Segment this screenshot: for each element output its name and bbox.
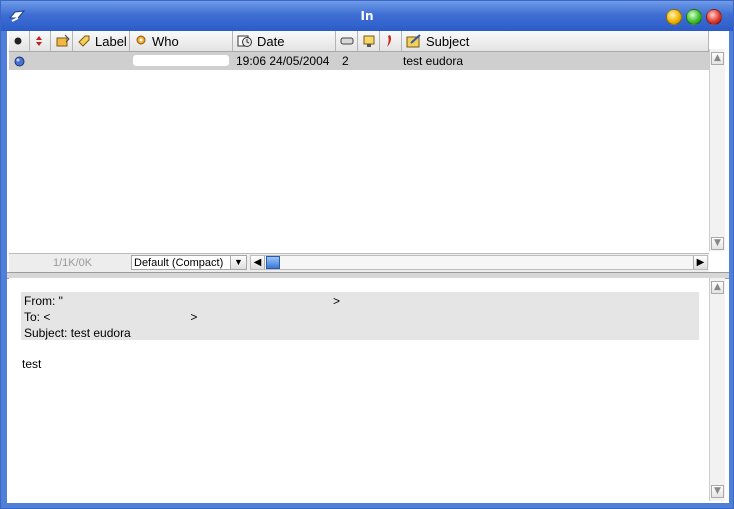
minimize-button[interactable] <box>666 9 682 25</box>
server-icon <box>363 35 375 47</box>
horizontal-scrollbar[interactable]: ◀ ▶ <box>250 255 708 270</box>
title-bar[interactable]: In <box>1 1 733 31</box>
preview-scroll-up-button[interactable]: ▲ <box>711 281 724 294</box>
column-priority[interactable] <box>30 31 51 51</box>
from-suffix: > <box>332 294 340 308</box>
message-size: 2 <box>342 54 349 68</box>
column-label[interactable]: Label <box>73 31 130 51</box>
label-tag-icon <box>78 35 90 47</box>
who-person-icon <box>136 35 146 45</box>
window-title: In <box>360 9 374 23</box>
column-status[interactable] <box>9 31 30 51</box>
junk-chili-icon <box>387 35 391 47</box>
mailbox-client-area: Label Who Date Subject 19:06 24/05/2004 … <box>7 31 729 503</box>
message-date: 19:06 24/05/2004 <box>236 54 330 68</box>
to-prefix: To: < <box>24 310 51 324</box>
preview-scrollbar[interactable]: ▲ ▼ <box>709 278 725 501</box>
message-header-box: From: " > To: < > Subject: test eudora <box>21 292 699 340</box>
column-date[interactable]: Date <box>233 31 336 51</box>
column-label-text: Label <box>95 33 127 49</box>
scroll-right-button[interactable]: ▶ <box>693 256 707 269</box>
mailbox-window: In Label Who Date Subject 19:06 24/05/20… <box>0 0 734 509</box>
message-list-scrollbar[interactable]: ▲ ▼ <box>709 49 725 251</box>
message-count: 1/1K/0K <box>53 257 93 269</box>
preview-scroll-down-button[interactable]: ▼ <box>711 485 724 498</box>
unread-status-icon <box>14 56 25 67</box>
column-date-text: Date <box>257 33 285 49</box>
chevron-down-icon[interactable]: ▼ <box>230 256 246 269</box>
sender-redacted <box>133 55 229 66</box>
date-clock-icon <box>237 35 252 47</box>
from-line: From: " > <box>24 294 340 308</box>
scroll-left-button[interactable]: ◀ <box>251 256 265 269</box>
scroll-down-button[interactable]: ▼ <box>711 237 724 250</box>
column-header-bar: Label Who Date Subject <box>9 31 709 52</box>
column-subject[interactable]: Subject <box>402 31 709 51</box>
column-junk[interactable] <box>380 31 402 51</box>
scroll-up-button[interactable]: ▲ <box>711 52 724 65</box>
maximize-button[interactable] <box>686 9 702 25</box>
column-who[interactable]: Who <box>130 31 233 51</box>
column-attachment[interactable] <box>51 31 73 51</box>
message-row[interactable]: 19:06 24/05/2004 2 test eudora <box>9 52 709 70</box>
message-subject: test eudora <box>403 54 464 68</box>
preview-pane: From: " > To: < > Subject: test eudora tes… <box>9 278 709 500</box>
to-line: To: < > <box>24 310 197 324</box>
from-prefix: From: " <box>24 294 63 308</box>
column-server-status[interactable] <box>358 31 380 51</box>
view-select[interactable]: Default (Compact) ▼ <box>131 255 247 270</box>
view-select-value: Default (Compact) <box>134 257 224 269</box>
status-dot-icon <box>14 37 22 45</box>
horizontal-scroll-thumb[interactable] <box>266 256 280 269</box>
attachment-icon <box>56 34 70 47</box>
subject-note-icon <box>406 34 421 48</box>
column-size[interactable] <box>336 31 358 51</box>
column-subject-text: Subject <box>426 33 470 49</box>
priority-arrows-icon <box>36 36 42 46</box>
message-body: test <box>22 357 42 371</box>
mailbox-status-bar: 1/1K/0K Default (Compact) ▼ ◀ ▶ <box>9 253 709 272</box>
close-button[interactable] <box>706 9 722 25</box>
size-icon <box>340 37 354 45</box>
to-suffix: > <box>190 310 198 324</box>
subject-line: Subject: test eudora <box>24 326 131 340</box>
column-who-text: Who <box>152 33 179 49</box>
